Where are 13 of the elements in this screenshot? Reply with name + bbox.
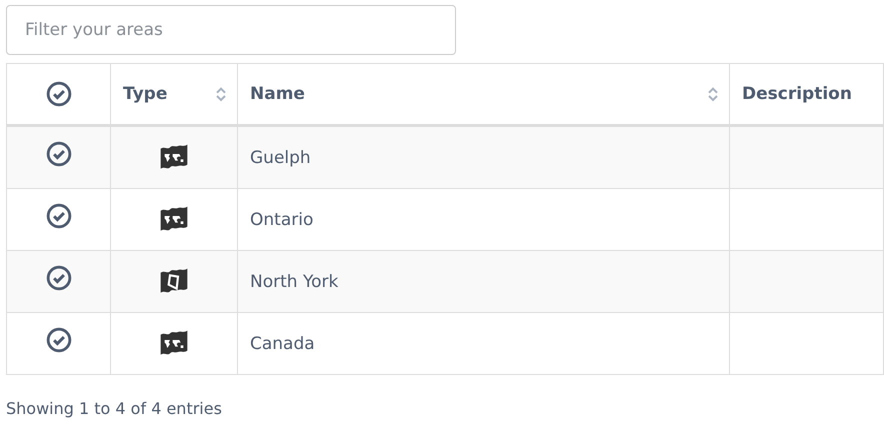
column-header[interactable]: Name xyxy=(250,84,305,104)
column-header[interactable]: Type xyxy=(123,84,168,104)
entries-info: Showing 1 to 4 of 4 entries xyxy=(6,399,222,418)
table-cell-text: North York xyxy=(249,272,338,292)
select-check-icon[interactable] xyxy=(46,141,72,168)
filter-field[interactable]: Filter your areas xyxy=(6,5,456,55)
select-all-check-icon[interactable] xyxy=(46,81,72,107)
table-cell-text: Ontario xyxy=(249,210,314,230)
table-cell-text: Canada xyxy=(249,334,315,354)
table-cell-text: Guelph xyxy=(249,148,311,168)
select-check-icon[interactable] xyxy=(46,327,72,354)
select-check-icon[interactable] xyxy=(46,203,72,230)
select-check-icon[interactable] xyxy=(46,265,72,292)
